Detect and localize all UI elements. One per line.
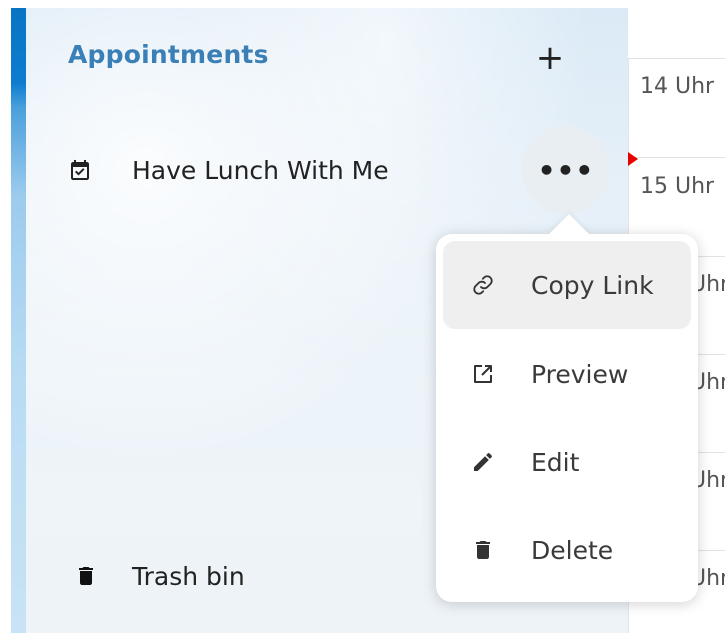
- calendar-check-icon: [68, 158, 92, 182]
- appointment-item-label: Have Lunch With Me: [132, 155, 389, 185]
- time-label: 14 Uhr: [640, 74, 715, 99]
- time-label: 15 Uhr: [640, 174, 715, 199]
- preview-label: Preview: [531, 359, 629, 389]
- hour-gridline: [628, 157, 725, 158]
- sidebar-edge: [11, 8, 26, 633]
- delete-label: Delete: [531, 535, 614, 565]
- add-appointment-button[interactable]: +: [528, 36, 572, 80]
- appointments-heading: Appointments: [68, 40, 269, 69]
- app-window: Appointments + Have Lunch With Me ••• Tr…: [0, 0, 725, 633]
- link-icon: [471, 273, 495, 297]
- window-edge: [0, 0, 11, 633]
- hour-gridline: [628, 58, 725, 59]
- edit-label: Edit: [531, 447, 580, 477]
- delete-menu-item[interactable]: Delete: [443, 506, 691, 594]
- appointment-actions-button[interactable]: •••: [522, 126, 610, 214]
- appointment-item[interactable]: Have Lunch With Me: [60, 140, 530, 200]
- trash-icon: [74, 564, 98, 588]
- sidebar-top-gap: [26, 0, 628, 8]
- popover-arrow: [548, 214, 590, 235]
- copy-link-label: Copy Link: [531, 270, 654, 300]
- trash-bin-label: Trash bin: [132, 561, 245, 591]
- external-link-icon: [471, 362, 495, 386]
- copy-link-menu-item[interactable]: Copy Link: [443, 241, 691, 329]
- preview-menu-item[interactable]: Preview: [443, 330, 691, 418]
- current-time-marker: [628, 152, 638, 166]
- pencil-icon: [471, 450, 495, 474]
- trash-icon: [471, 538, 495, 562]
- trash-bin-item[interactable]: Trash bin: [60, 548, 360, 604]
- edit-menu-item[interactable]: Edit: [443, 418, 691, 506]
